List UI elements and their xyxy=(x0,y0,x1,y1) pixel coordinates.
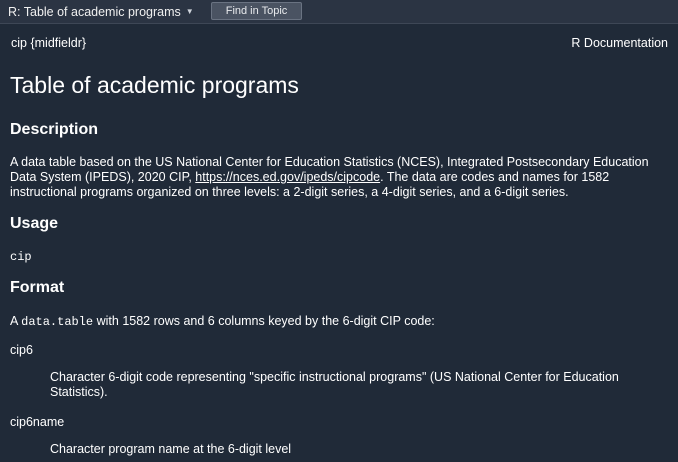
format-text-start: A xyxy=(10,314,22,328)
usage-heading: Usage xyxy=(10,215,59,232)
format-definition-cip6name: Character program name at the 6-digit le… xyxy=(50,442,292,456)
topic-dropdown-label: R: Table of academic programs xyxy=(8,5,181,19)
topic-dropdown[interactable]: R: Table of academic programs ▼ xyxy=(8,5,194,19)
find-in-topic-button[interactable]: Find in Topic xyxy=(211,2,302,20)
page-title: Table of academic programs xyxy=(10,72,299,98)
format-text: A data.table with 1582 rows and 6 column… xyxy=(10,314,670,330)
help-toolbar: R: Table of academic programs ▼ Find in T… xyxy=(0,0,678,24)
format-text-end: with 1582 rows and 6 columns keyed by th… xyxy=(93,314,435,328)
help-document: cip {midfieldr} R Documentation Table of… xyxy=(0,24,678,462)
package-label: cip {midfieldr} xyxy=(11,36,87,50)
description-text: A data table based on the US National Ce… xyxy=(10,155,670,200)
format-term-cip6: cip6 xyxy=(10,343,33,357)
usage-code: cip xyxy=(10,250,32,264)
chevron-down-icon: ▼ xyxy=(185,7,194,16)
description-heading: Description xyxy=(10,121,99,138)
format-heading: Format xyxy=(10,279,65,296)
format-definition-cip6: Character 6-digit code representing "spe… xyxy=(50,370,619,399)
ipeds-cipcode-link[interactable]: https://nces.ed.gov/ipeds/cipcode xyxy=(195,170,380,184)
format-code: data.table xyxy=(21,315,94,329)
r-documentation-label: R Documentation xyxy=(571,36,668,50)
format-term-cip6name: cip6name xyxy=(10,415,65,429)
